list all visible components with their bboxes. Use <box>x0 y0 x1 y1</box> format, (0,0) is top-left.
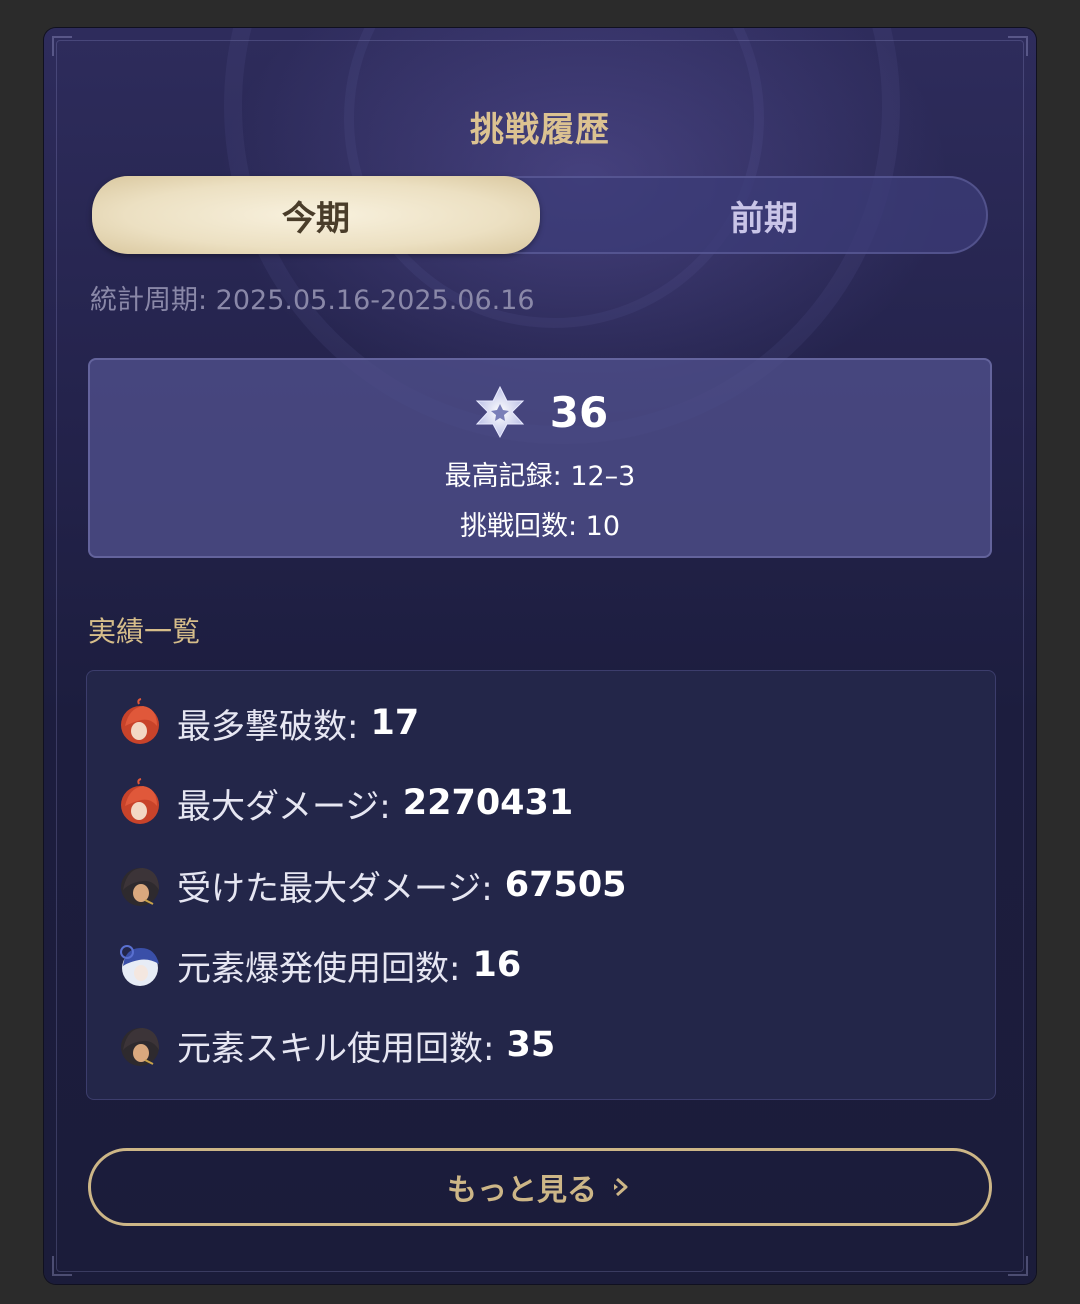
achievements-panel: 最多撃破数: 17 最大ダメージ: 2270431 受けた最大ダメージ: 675… <box>86 670 996 1100</box>
see-more-label: もっと見る <box>447 1173 597 1208</box>
red-hair-character-avatar <box>121 698 159 744</box>
corner-ornament <box>1008 36 1028 56</box>
period-tabs: 今期 前期 <box>92 176 988 254</box>
achievement-label: 最多撃破数: <box>177 706 359 747</box>
star-count: 36 <box>549 387 609 437</box>
challenge-history-card: 挑戦履歴 今期 前期 統計周期: 2025.05.16-2025.06.16 3… <box>44 28 1036 1284</box>
achievement-value: 67505 <box>504 865 627 905</box>
stat-period-text: 統計周期: 2025.05.16-2025.06.16 <box>90 285 535 316</box>
red-hair-character-avatar <box>121 778 159 824</box>
corner-ornament <box>1008 1256 1028 1276</box>
achievement-label: 元素爆発使用回数: <box>177 948 461 989</box>
tab-current-period[interactable]: 今期 <box>92 176 540 254</box>
corner-ornament <box>52 36 72 56</box>
achievement-row: 元素爆発使用回数: 16 <box>115 935 521 995</box>
achievement-row: 受けた最大ダメージ: 67505 <box>115 855 627 915</box>
achievement-value: 35 <box>506 1025 556 1065</box>
tab-previous-period[interactable]: 前期 <box>542 178 986 252</box>
star-emblem-icon <box>475 385 524 439</box>
achievement-label: 元素スキル使用回数: <box>177 1028 495 1069</box>
dark-hair-character-avatar <box>121 1028 159 1066</box>
page-title: 挑戦履歴 <box>470 110 610 150</box>
achievement-label: 最大ダメージ: <box>177 786 391 827</box>
dark-hair-character-avatar <box>121 868 159 906</box>
chevron-right-icon <box>614 1177 628 1197</box>
achievement-value: 17 <box>370 703 420 743</box>
attempt-count: 挑戦回数: 10 <box>459 511 621 542</box>
see-more-button[interactable]: もっと見る <box>88 1148 992 1226</box>
achievement-row: 最多撃破数: 17 <box>115 693 419 753</box>
summary-panel: 36 最高記録: 12–3 挑戦回数: 10 <box>88 358 992 558</box>
achievement-value: 2270431 <box>402 783 574 823</box>
achievements-heading: 実績一覧 <box>88 615 201 648</box>
achievement-label: 受けた最大ダメージ: <box>177 868 493 909</box>
best-record: 最高記録: 12–3 <box>444 461 636 492</box>
corner-ornament <box>52 1256 72 1276</box>
achievement-row: 最大ダメージ: 2270431 <box>115 773 573 833</box>
white-blue-character-avatar <box>120 945 159 986</box>
achievement-row: 元素スキル使用回数: 35 <box>115 1015 555 1075</box>
achievement-value: 16 <box>472 945 522 985</box>
